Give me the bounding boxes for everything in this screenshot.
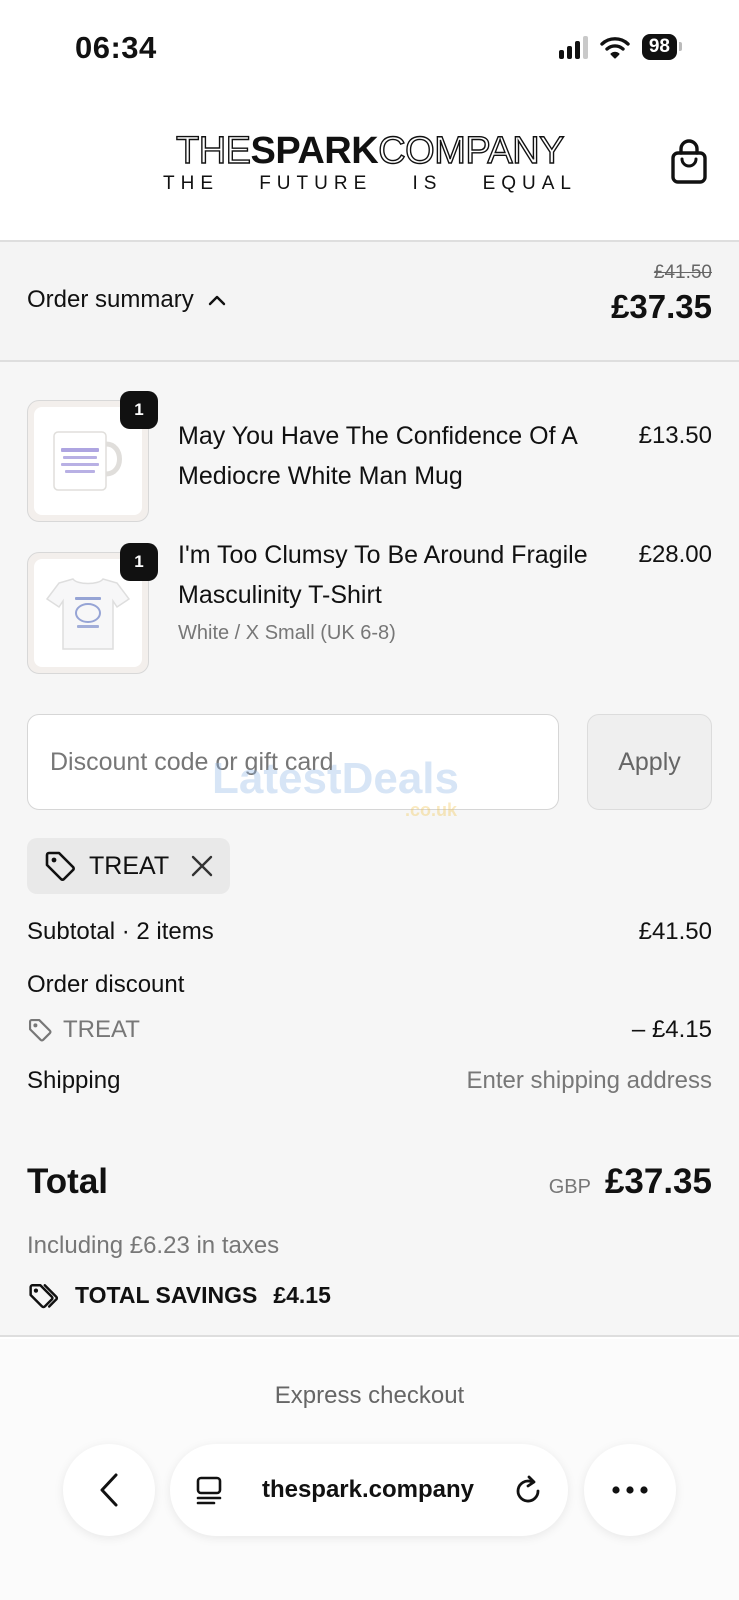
product-name: I'm Too Clumsy To Be Around Fragile Masc… [178, 541, 588, 609]
discount-code-label: TREAT [63, 1016, 140, 1043]
summary-price: £37.35 [611, 288, 712, 325]
product-variant: White / X Small (UK 6-8) [178, 622, 396, 644]
brand-header: THESPARKCOMPANY THE FUTURE IS EQUAL [0, 95, 739, 242]
original-price: £41.50 [653, 262, 712, 283]
discount-code-input[interactable] [27, 714, 559, 810]
tag-icon [28, 1018, 52, 1042]
subtotal-label: Subtotal · 2 items [27, 918, 214, 945]
total-savings: TOTAL SAVINGS £4.15 [27, 1280, 331, 1310]
more-options-button[interactable] [584, 1444, 676, 1536]
subtotal-row: Subtotal · 2 items £41.50 [27, 918, 712, 946]
address-bar[interactable]: thespark.company [170, 1444, 568, 1536]
url-text: thespark.company [261, 1476, 475, 1503]
browser-toolbar: thespark.company [0, 1444, 739, 1536]
tagline-word: EQUAL [482, 173, 577, 194]
battery-indicator: 98 [641, 34, 683, 60]
mug-image [53, 431, 122, 491]
product-thumbnail: 1 [27, 543, 158, 674]
brand-logo[interactable]: THESPARKCOMPANY THE FUTURE IS EQUAL [155, 130, 585, 195]
quantity-badge: 1 [120, 543, 158, 581]
total-amount: £37.35 [604, 1162, 712, 1201]
order-details: 1 May You Have The Confidence Of A Medio… [0, 362, 739, 1337]
discount-code-row: TREAT – £4.15 [27, 1016, 712, 1050]
subtotal-value: £41.50 [638, 918, 712, 945]
chevron-up-icon [208, 295, 225, 306]
order-discount-label: Order discount [27, 971, 185, 998]
line-item: 1 I'm Too Clumsy To Be Around Fragile Ma… [27, 541, 712, 674]
logo-word-the: THE [175, 130, 251, 172]
applied-code: TREAT [89, 851, 170, 880]
tags-icon [29, 1284, 59, 1309]
total-label: Total [27, 1162, 109, 1201]
tagline-word: THE [163, 173, 219, 194]
product-name: May You Have The Confidence Of A Mediocr… [178, 422, 577, 490]
order-summary-toggle[interactable]: Order summary [27, 286, 226, 314]
status-bar: 06:34 98 [0, 0, 739, 95]
discount-form: Apply LatestDeals .co.uk [27, 714, 712, 820]
quantity-badge: 1 [120, 391, 158, 429]
tagline-word: IS [412, 173, 443, 194]
currency-code: GBP [548, 1176, 591, 1198]
ellipsis-icon [612, 1486, 648, 1494]
discount-value: – £4.15 [631, 1016, 712, 1043]
line-item: 1 May You Have The Confidence Of A Medio… [27, 391, 712, 522]
logo-word-company: COMPANY [377, 130, 565, 172]
logo-word-spark: SPARK [250, 130, 379, 172]
tag-icon [45, 851, 75, 881]
product-price: £28.00 [638, 541, 712, 568]
shipping-value: Enter shipping address [466, 1067, 712, 1094]
total-amount-group: GBP £37.35 [549, 1162, 712, 1202]
logo-tagline: THE FUTURE IS EQUAL [155, 173, 585, 195]
product-price: £13.50 [638, 422, 712, 449]
shipping-label: Shipping [27, 1067, 121, 1094]
back-button[interactable] [63, 1444, 155, 1536]
order-discount-row: Order discount [27, 971, 712, 999]
savings-label: TOTAL SAVINGS [75, 1281, 258, 1308]
remove-code-icon[interactable] [189, 853, 215, 879]
savings-value: £4.15 [273, 1281, 331, 1308]
taxes-note: Including £6.23 in taxes [27, 1232, 280, 1259]
applied-discount-chip: TREAT [27, 838, 230, 894]
wifi-icon [600, 37, 630, 59]
shipping-row: Shipping Enter shipping address [27, 1067, 712, 1095]
tagline-word: FUTURE [259, 173, 373, 194]
status-icons: 98 [558, 34, 683, 60]
tshirt-image [45, 578, 131, 650]
product-thumbnail: 1 [27, 391, 158, 522]
order-summary-label: Order summary [27, 286, 194, 313]
shopping-bag-icon[interactable] [669, 139, 709, 185]
express-checkout-heading: Express checkout [274, 1382, 465, 1409]
summary-prices: £41.50 £37.35 [611, 262, 712, 326]
order-summary-bar[interactable]: Order summary £41.50 £37.35 [0, 242, 739, 362]
apply-button[interactable]: Apply [587, 714, 712, 810]
reload-icon[interactable] [512, 1474, 544, 1506]
status-time: 06:34 [75, 30, 157, 65]
page-menu-icon[interactable] [194, 1475, 224, 1505]
chevron-left-icon [100, 1473, 118, 1507]
cellular-signal-icon [558, 35, 588, 59]
